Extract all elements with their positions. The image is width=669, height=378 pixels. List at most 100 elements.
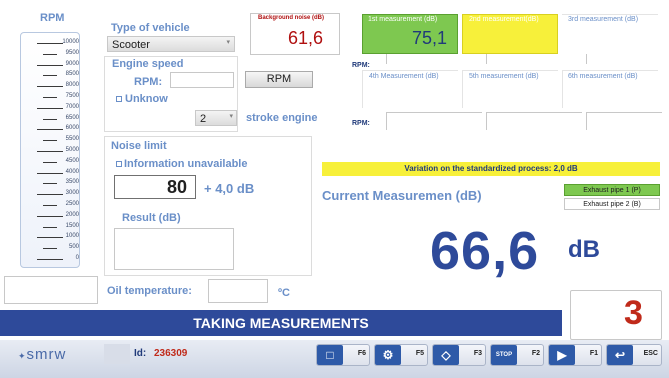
esc-button[interactable]: ↩ ESC xyxy=(606,344,662,366)
stop-icon: STOP xyxy=(491,345,517,365)
vehicle-type-select[interactable]: Scooter ▾ xyxy=(107,36,235,52)
noise-tolerance: + 4,0 dB xyxy=(204,181,255,196)
rpm-tick-line xyxy=(37,64,63,66)
id-value: 236309 xyxy=(154,348,188,359)
rpm-tick-label: 4500 xyxy=(65,157,79,164)
background-noise-label: Background noise (dB) xyxy=(258,15,325,21)
oil-temperature-unit: ºC xyxy=(278,287,290,299)
status-bar: TAKING MEASUREMENTS xyxy=(0,310,562,336)
f3-key: F3 xyxy=(473,350,482,357)
rpm-tick-line xyxy=(37,172,63,174)
logo-icon: ✦ xyxy=(18,351,27,361)
rpm-tick: 0 xyxy=(25,255,79,263)
rpm-tick: 8000 xyxy=(25,82,79,90)
measurement-4-label: 4th Measurement (dB) xyxy=(369,73,439,80)
result-label: Result (dB) xyxy=(122,212,181,224)
counter-box xyxy=(570,290,662,340)
measurement-2-label: 2nd measurement(dB) xyxy=(469,16,539,23)
f5-button[interactable]: ⚙ F5 xyxy=(374,344,428,366)
stroke-select[interactable]: 2 ▾ xyxy=(195,110,237,126)
measurement-3-label: 3rd measurement (dB) xyxy=(568,16,639,23)
rpm-tick-label: 9000 xyxy=(65,60,79,67)
rpm-tick: 5000 xyxy=(25,147,79,155)
variation-bar: Variation on the standardized process: 2… xyxy=(322,162,660,176)
f6-button[interactable]: □ F6 xyxy=(316,344,370,366)
rpm-tick-label: 10000 xyxy=(62,39,79,45)
id-badge xyxy=(104,344,130,364)
f6-key: F6 xyxy=(357,350,366,357)
f1-button[interactable]: ▶ F1 xyxy=(548,344,602,366)
chevron-down-icon: ▾ xyxy=(229,113,233,120)
info-unavailable-checkbox[interactable] xyxy=(116,161,122,167)
f1-key: F1 xyxy=(589,350,598,357)
id-label: Id: xyxy=(134,348,147,359)
f2-key: F2 xyxy=(531,350,540,357)
rpm-tick: 6000 xyxy=(25,125,79,133)
rpm-title: RPM xyxy=(40,12,65,24)
esc-key: ESC xyxy=(643,350,658,357)
exhaust-pipe-2-button[interactable]: Exhaust pipe 2 (B) xyxy=(564,198,660,210)
vehicle-type-value: Scooter xyxy=(112,39,150,51)
rpm-tick-line xyxy=(43,161,57,163)
rpm-tick-label: 8500 xyxy=(65,71,79,78)
rpm-tick: 9000 xyxy=(25,61,79,69)
rpm-tick-label: 4000 xyxy=(65,168,79,175)
rpm-tick-line xyxy=(43,226,57,228)
rpm-tick: 1000 xyxy=(25,233,79,241)
rpm-tick-label: 3500 xyxy=(65,179,79,186)
rpm-tick-label: 500 xyxy=(68,244,79,251)
current-measurement-unit: dB xyxy=(568,236,600,263)
rpm-tick: 7000 xyxy=(25,104,79,112)
f2-button[interactable]: STOP F2 xyxy=(490,344,544,366)
rpm-tick-label: 5500 xyxy=(65,136,79,143)
rpm-tick-label: 7000 xyxy=(65,103,79,110)
measurement-1-value: 75,1 xyxy=(412,28,448,48)
measurement-6-label: 6th measurement (dB) xyxy=(568,73,638,80)
rpm-tick-line xyxy=(37,107,63,109)
rpm-tick-label: 1500 xyxy=(65,222,79,229)
rpm-tick: 2000 xyxy=(25,212,79,220)
rpm-tick-line xyxy=(37,43,63,44)
rpm-tick-line xyxy=(43,140,57,142)
rpm-tick: 7500 xyxy=(25,93,79,101)
rpm-tick: 5500 xyxy=(25,136,79,144)
unknow-checkbox[interactable] xyxy=(116,96,122,102)
rpm-tick-label: 2500 xyxy=(65,201,79,207)
rpm-tick-label: 1000 xyxy=(65,233,79,240)
document-icon: □ xyxy=(317,345,343,365)
logo: ✦smrw xyxy=(18,346,66,363)
rpm-tick-line xyxy=(37,194,63,196)
rpm-tick-line xyxy=(43,205,57,206)
rpm-tick-label: 8000 xyxy=(65,82,79,89)
play-icon: ▶ xyxy=(549,345,575,365)
rpm-tick-label: 6500 xyxy=(65,114,79,121)
rpm-tick-label: 0 xyxy=(75,255,79,261)
noise-limit-title: Noise limit xyxy=(111,140,167,152)
rpm-tick-label: 7500 xyxy=(65,93,79,99)
rpm-tick-label: 9500 xyxy=(65,49,79,56)
background-noise-value: 61,6 xyxy=(288,28,324,48)
chevron-down-icon: ▾ xyxy=(226,39,230,46)
rpm-tick-label: 5000 xyxy=(65,147,79,153)
rpm-input[interactable] xyxy=(170,72,234,88)
rpm-tick-label: 3000 xyxy=(65,190,79,197)
noise-limit-input[interactable]: 80 xyxy=(114,175,196,199)
rpm-tick-line xyxy=(37,215,63,217)
f3-button[interactable]: ◇ F3 xyxy=(432,344,486,366)
rpm-cell-4 xyxy=(386,112,482,130)
rpm-cell-6 xyxy=(586,112,662,130)
counter-value: 3 xyxy=(624,294,643,332)
gear-icon: ⚙ xyxy=(375,345,401,365)
rpm-tick: 4500 xyxy=(25,158,79,166)
oil-temperature-value xyxy=(208,279,268,303)
unknow-label: Unknow xyxy=(125,93,168,105)
divider xyxy=(486,54,487,64)
rpm-tick: 1500 xyxy=(25,223,79,231)
info-unavailable-label: Information unavailable xyxy=(124,158,248,170)
rpm-tick-line xyxy=(37,259,63,260)
rpm-tick-line xyxy=(43,183,57,185)
rpm-button[interactable]: RPM xyxy=(245,71,313,88)
exhaust-pipe-1-button[interactable]: Exhaust pipe 1 (P) xyxy=(564,184,660,196)
divider xyxy=(386,54,387,64)
oil-temperature-label: Oil temperature: xyxy=(107,285,192,297)
